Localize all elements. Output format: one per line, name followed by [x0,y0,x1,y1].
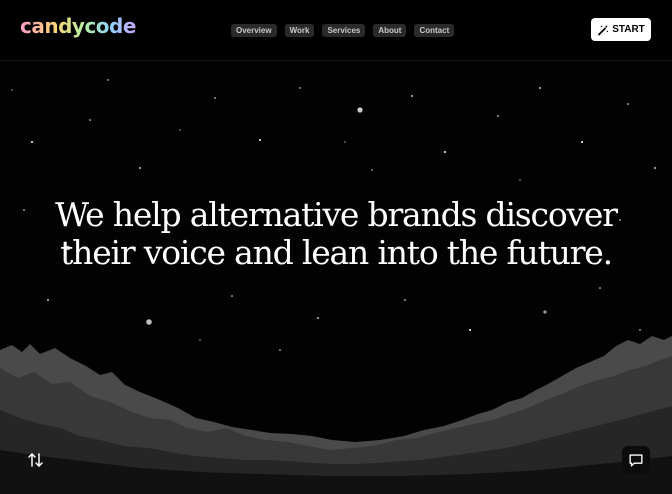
star [299,87,301,89]
star [231,295,233,297]
star [404,299,406,301]
star [344,141,346,143]
nav-item-work[interactable]: Work [284,24,315,37]
star [411,95,413,97]
star [444,151,446,153]
star [371,169,373,171]
star [146,319,152,325]
star [357,107,363,113]
site-header: candycode Overview Work Services About C… [0,0,672,61]
star [581,141,583,143]
sort-arrows-icon[interactable] [26,450,46,470]
nav-item-about[interactable]: About [373,24,407,37]
start-button[interactable]: START [591,18,651,41]
magic-wand-icon [598,24,609,35]
star [107,79,109,81]
star [47,299,49,301]
star [539,87,541,89]
hero-headline-line-1: We help alternative brands discover [55,195,618,234]
chat-button[interactable] [622,446,650,474]
star [259,139,261,141]
main-nav: Overview Work Services About Contact [231,24,455,37]
star [599,287,601,289]
mountain-range-illustration [0,336,672,494]
star [11,89,13,91]
star [543,310,547,314]
star [654,167,656,169]
star [317,317,319,319]
hero-headline: We help alternative brands discover thei… [0,196,672,272]
star [139,167,141,169]
nav-item-overview[interactable]: Overview [231,24,277,37]
star [627,103,629,105]
star [179,129,181,131]
nav-item-services[interactable]: Services [322,24,366,37]
chat-bubble-icon [629,454,643,467]
nav-item-contact[interactable]: Contact [414,24,455,37]
star [31,141,33,143]
star [497,115,499,117]
start-button-label: START [612,24,645,35]
star [214,97,216,99]
page: candycode Overview Work Services About C… [0,0,672,494]
star [519,179,521,181]
hero-headline-line-2: their voice and lean into the future. [60,233,613,272]
brand-logo[interactable]: candycode [20,14,136,38]
star [89,119,91,121]
